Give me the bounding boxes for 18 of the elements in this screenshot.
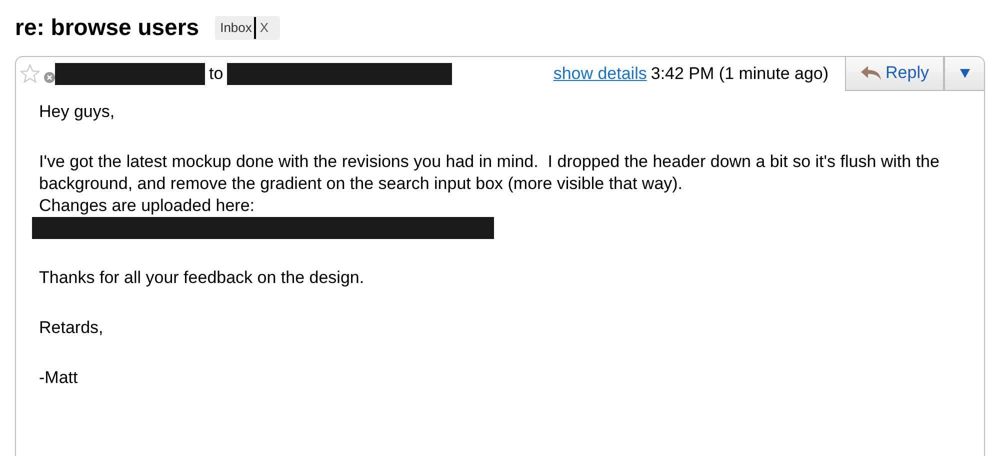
message-text: Hey guys,	[39, 100, 116, 123]
reply-arrow-icon	[860, 65, 882, 82]
message-text: Retards,	[39, 316, 104, 339]
reply-button[interactable]: Reply	[844, 56, 944, 91]
message-text: I've got the latest mockup done with the revisions you had in mind. I dropped the header down a bit so it's flush with the background, and remove the gradient on the search input box (more visible that way).	[39, 150, 940, 195]
dropdown-button[interactable]	[944, 56, 984, 91]
message-text: Thanks for all your feedback on the design.	[39, 266, 366, 289]
star-icon[interactable]	[20, 64, 40, 84]
message-text: Changes are uploaded here:	[39, 194, 256, 217]
label-text[interactable]: Inbox	[220, 18, 252, 38]
message-text: -Matt	[39, 366, 79, 389]
close-icon[interactable]	[44, 72, 55, 84]
remove-label-button[interactable]: X	[254, 17, 275, 39]
show-details-link[interactable]: show details	[553, 60, 647, 86]
recipient-label: to	[208, 62, 224, 85]
email-subject: re: browse users	[15, 14, 200, 42]
caret-icon	[960, 69, 970, 78]
timestamp: 3:42 PM (1 minute ago)	[650, 62, 829, 85]
